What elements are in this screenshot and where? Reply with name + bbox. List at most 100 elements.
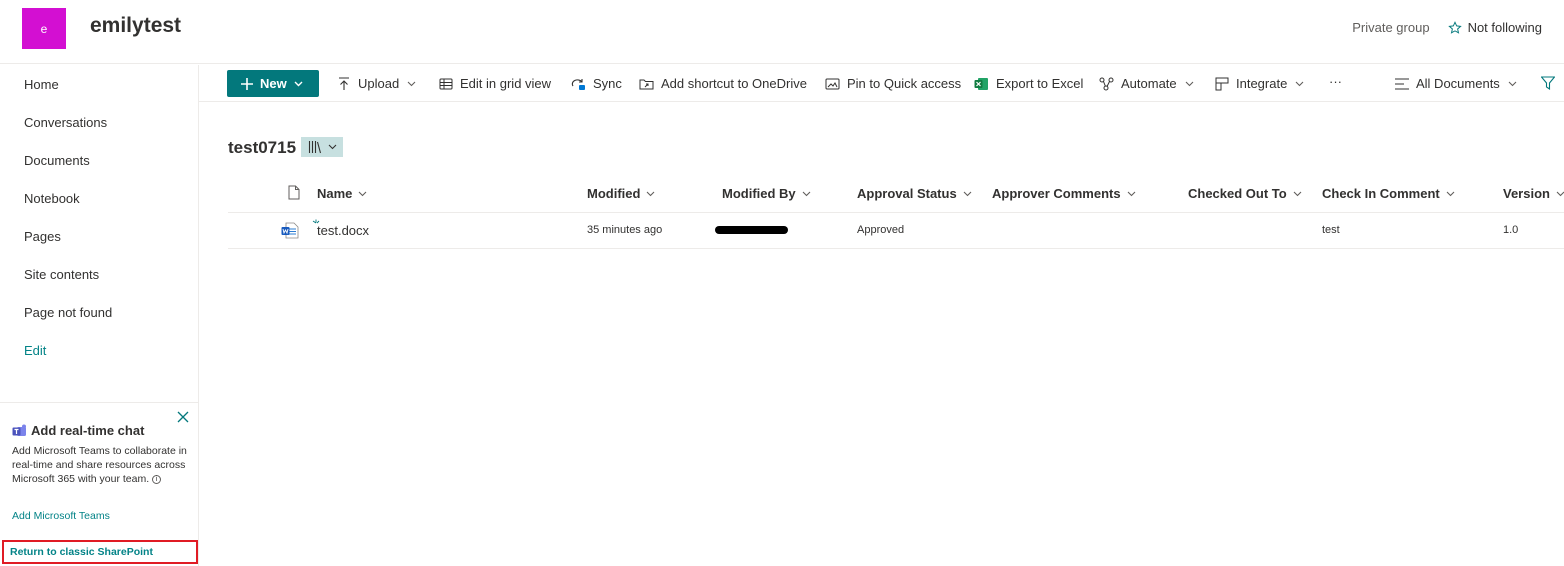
chevron-down-icon bbox=[407, 81, 416, 86]
column-header-checked-out-to[interactable]: Checked Out To bbox=[1188, 186, 1302, 201]
integrate-icon bbox=[1215, 77, 1229, 90]
teams-promo-card: Add real-time chat Add Microsoft Teams t… bbox=[0, 402, 198, 536]
nav-item-site-contents[interactable]: Site contents bbox=[24, 267, 99, 282]
file-type-header[interactable] bbox=[282, 185, 300, 200]
column-header-modified-by[interactable]: Modified By bbox=[722, 186, 811, 201]
chevron-down-icon bbox=[647, 191, 655, 196]
table-header-divider bbox=[228, 212, 1564, 213]
nav-edit-link[interactable]: Edit bbox=[24, 343, 46, 358]
sync-icon bbox=[571, 78, 585, 90]
file-name-link[interactable]: test.docx bbox=[317, 223, 369, 238]
nav-item-home[interactable]: Home bbox=[24, 77, 59, 92]
new-button-label: New bbox=[260, 76, 287, 91]
upload-button[interactable]: Upload bbox=[337, 76, 416, 91]
nav-item-conversations[interactable]: Conversations bbox=[24, 115, 107, 130]
nav-item-pages[interactable]: Pages bbox=[24, 229, 61, 244]
group-privacy-label: Private group bbox=[1352, 20, 1430, 35]
new-button[interactable]: New bbox=[227, 70, 319, 97]
column-header-approval-status[interactable]: Approval Status bbox=[857, 186, 972, 201]
document-icon bbox=[288, 185, 300, 200]
column-header-approver-comments-label: Approver Comments bbox=[992, 186, 1121, 201]
chevron-down-icon bbox=[1293, 191, 1302, 196]
site-title[interactable]: emilytest bbox=[90, 14, 181, 38]
library-title: test0715 bbox=[228, 138, 297, 157]
filter-button[interactable] bbox=[1541, 76, 1562, 90]
column-header-modified[interactable]: Modified bbox=[587, 186, 655, 201]
grid-icon bbox=[439, 78, 453, 89]
chevron-down-icon bbox=[1127, 191, 1135, 196]
export-excel-button[interactable]: Export to Excel bbox=[974, 76, 1083, 91]
nav-item-page-not-found[interactable]: Page not found bbox=[24, 305, 112, 320]
teams-card-title-text: Add real-time chat bbox=[31, 423, 145, 438]
return-to-classic-link[interactable]: Return to classic SharePoint bbox=[2, 540, 198, 564]
plus-icon bbox=[241, 77, 253, 90]
command-bar: New Upload Edit in grid view Sync Add sh… bbox=[199, 65, 1564, 102]
chevron-down-icon bbox=[963, 191, 972, 196]
add-shortcut-button[interactable]: Add shortcut to OneDrive bbox=[639, 76, 807, 91]
chevron-down-icon bbox=[328, 144, 336, 150]
close-icon[interactable] bbox=[177, 411, 189, 423]
teams-icon bbox=[12, 424, 26, 436]
star-icon bbox=[1447, 20, 1462, 34]
list-view-icon bbox=[1395, 77, 1409, 90]
integrate-label: Integrate bbox=[1236, 76, 1288, 91]
excel-icon bbox=[974, 77, 988, 90]
table-row-divider bbox=[228, 248, 1564, 249]
chevron-down-icon bbox=[1508, 81, 1517, 86]
automate-button[interactable]: Automate bbox=[1099, 76, 1194, 91]
teams-card-description: Add Microsoft Teams to collaborate in re… bbox=[12, 444, 187, 486]
more-options-button[interactable]: ··· bbox=[1329, 74, 1342, 89]
filter-icon bbox=[1541, 76, 1555, 90]
view-selector-label: All Documents bbox=[1416, 76, 1500, 91]
pin-icon bbox=[825, 78, 840, 89]
column-header-name-label: Name bbox=[317, 186, 353, 201]
flow-icon bbox=[1099, 77, 1114, 90]
column-header-approval-status-label: Approval Status bbox=[857, 186, 957, 201]
column-header-name[interactable]: Name bbox=[317, 186, 367, 201]
chevron-down-icon bbox=[359, 191, 367, 196]
column-header-check-in-comment-label: Check In Comment bbox=[1322, 186, 1440, 201]
pin-quick-access-label: Pin to Quick access bbox=[847, 76, 962, 91]
pin-quick-access-button[interactable]: Pin to Quick access bbox=[825, 76, 961, 91]
sync-label: Sync bbox=[593, 76, 622, 91]
version-cell: 1.0 bbox=[1503, 224, 1519, 236]
grid-view-label: Edit in grid view bbox=[460, 76, 552, 91]
column-header-modified-by-label: Modified By bbox=[722, 186, 796, 201]
chevron-down-icon bbox=[802, 191, 811, 196]
upload-label: Upload bbox=[358, 76, 400, 91]
automate-label: Automate bbox=[1121, 76, 1177, 91]
more-options-icon: ··· bbox=[1329, 74, 1342, 89]
nav-item-documents[interactable]: Documents bbox=[24, 153, 90, 168]
teams-card-title: Add real-time chat bbox=[12, 423, 144, 438]
library-view-switcher[interactable] bbox=[301, 137, 343, 157]
add-shortcut-label: Add shortcut to OneDrive bbox=[661, 76, 807, 91]
export-excel-label: Export to Excel bbox=[996, 76, 1084, 91]
grid-view-button[interactable]: Edit in grid view bbox=[439, 76, 551, 91]
site-header: e emilytest Private group Not following bbox=[0, 0, 1564, 64]
column-header-check-in-comment[interactable]: Check In Comment bbox=[1322, 186, 1455, 201]
chevron-down-icon bbox=[1185, 81, 1194, 86]
column-header-approver-comments[interactable]: Approver Comments bbox=[992, 186, 1136, 201]
column-header-version-label: Version bbox=[1503, 186, 1550, 201]
sync-button[interactable]: Sync bbox=[570, 76, 622, 91]
check-in-comment-cell: test bbox=[1322, 224, 1340, 236]
approval-status-cell: Approved bbox=[857, 224, 905, 236]
library-icon bbox=[308, 141, 321, 154]
word-file-icon bbox=[281, 222, 299, 239]
nav-item-notebook[interactable]: Notebook bbox=[24, 191, 80, 206]
view-selector[interactable]: All Documents bbox=[1395, 76, 1517, 91]
chevron-down-icon bbox=[1295, 81, 1304, 86]
header-actions: Private group Not following bbox=[1352, 20, 1542, 35]
upload-icon bbox=[339, 76, 349, 90]
folder-shortcut-icon bbox=[639, 79, 654, 89]
column-header-modified-label: Modified bbox=[587, 186, 641, 201]
follow-button[interactable]: Not following bbox=[1447, 20, 1542, 35]
follow-label: Not following bbox=[1467, 20, 1542, 35]
integrate-button[interactable]: Integrate bbox=[1215, 76, 1304, 91]
info-icon[interactable]: i bbox=[152, 475, 162, 484]
chevron-down-icon bbox=[1556, 191, 1564, 196]
add-teams-link[interactable]: Add Microsoft Teams bbox=[12, 510, 110, 522]
column-header-version[interactable]: Version bbox=[1503, 186, 1564, 201]
site-logo[interactable]: e bbox=[22, 8, 66, 49]
modified-by-redacted bbox=[715, 226, 788, 234]
